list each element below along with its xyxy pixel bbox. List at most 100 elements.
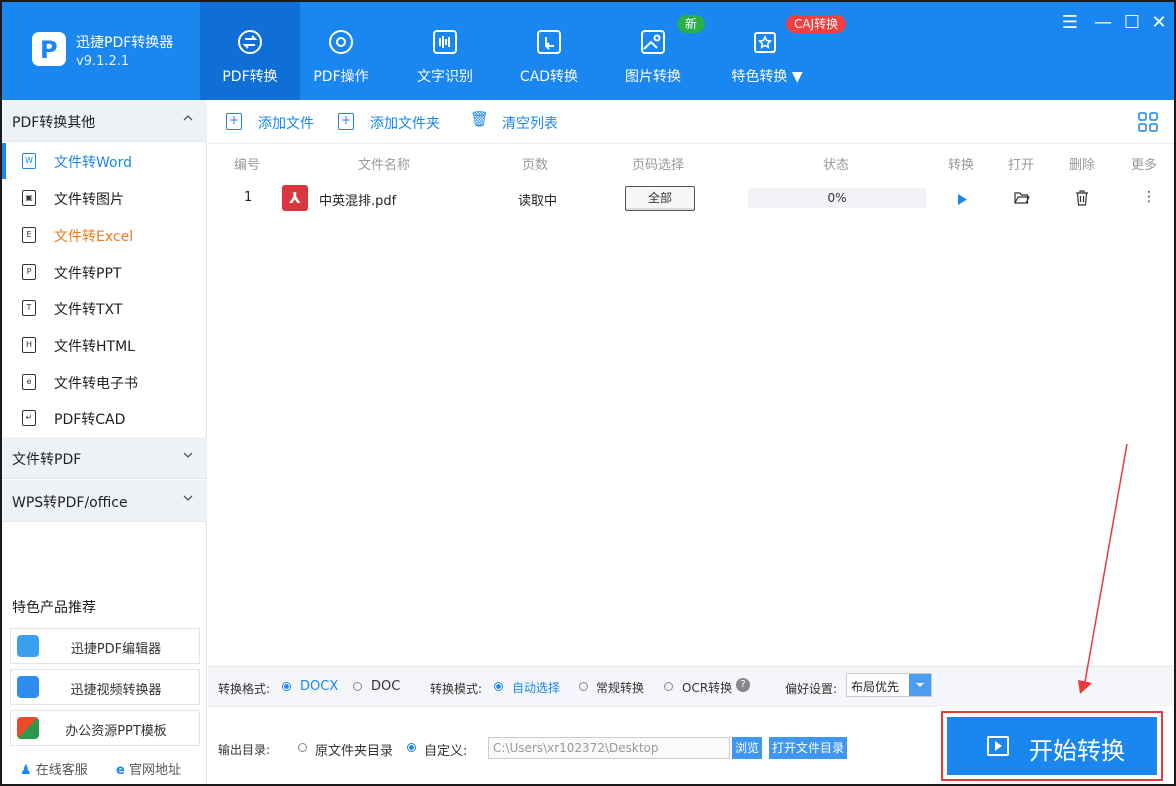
online-service-label: 在线客服 [35, 763, 88, 778]
sidebar-item-to-ebook[interactable]: e 文件转电子书 [2, 364, 207, 400]
output-settings: 输出目录: 原文件夹目录 自定义: 浏览 打开文件目录 [208, 706, 938, 784]
chevron-down-icon [183, 452, 193, 458]
page-select-button[interactable]: 全部 [625, 186, 695, 211]
ppt-file-icon: P [22, 264, 36, 280]
browser-icon: e [116, 763, 125, 778]
toolbar: + 添加文件 + 添加文件夹 🗑 清空列表 [208, 100, 1174, 144]
progress-bar: 0% [748, 188, 926, 208]
col-header-status: 状态 [823, 158, 850, 173]
row-filename: 中英混排.pdf [319, 194, 397, 209]
cad-icon [537, 30, 561, 54]
image-file-icon: ▣ [22, 190, 36, 206]
tab-label: 特色转换 ▼ [731, 69, 803, 85]
online-service-link[interactable]: ♟ 在线客服 [20, 759, 88, 778]
pref-select[interactable]: 布局优先 [846, 673, 932, 697]
app-logo-icon: P [32, 32, 66, 66]
conversion-options: 转换格式: DOCX DOC 转换模式: 自动选择 常规转换 OCR转换 ? 偏… [208, 666, 1174, 706]
mode-ocr-label: OCR转换 [682, 681, 733, 695]
tab-pdf-operate[interactable]: PDF操作 [291, 2, 391, 100]
section-title: 文件转PDF [12, 452, 82, 468]
sidebar-item-to-excel[interactable]: E 文件转Excel [2, 217, 207, 253]
sidebar-item-label: PDF转CAD [54, 412, 126, 428]
sidebar-item-label: 文件转电子书 [54, 376, 138, 392]
col-header-name: 文件名称 [358, 158, 411, 173]
progress-text: 0% [827, 191, 847, 205]
tab-cad-convert[interactable]: CAD转换 [499, 2, 599, 100]
sidebar-item-to-ppt[interactable]: P 文件转PPT [2, 254, 207, 290]
sidebar: PDF转换其他 W 文件转Word ▣ 文件转图片 E 文件转Excel P 文… [2, 100, 207, 784]
pdf-operate-icon [329, 30, 353, 54]
browse-button[interactable]: 浏览 [732, 737, 763, 759]
image-icon [641, 30, 665, 54]
play-icon[interactable] [957, 194, 967, 205]
app-name: 迅捷PDF转换器 [76, 35, 174, 51]
start-convert-button[interactable]: 开始转换 [947, 717, 1157, 775]
output-path-input[interactable] [488, 737, 730, 759]
tab-label: CAD转换 [519, 69, 579, 85]
sidebar-item-label: 文件转HTML [54, 339, 135, 355]
tab-label: 文字识别 [417, 69, 473, 85]
word-file-icon: W [22, 153, 36, 169]
tab-pdf-convert[interactable]: PDF转换 [200, 2, 300, 100]
col-header-pages: 页数 [522, 158, 549, 173]
maximize-icon[interactable]: ☐ [1121, 12, 1143, 33]
add-folder-button[interactable]: + 添加文件夹 [338, 112, 452, 132]
mode-auto-label: 自动选择 [512, 681, 561, 695]
clear-list-button[interactable]: 🗑 清空列表 [470, 112, 570, 133]
radio-custom-folder[interactable] [407, 743, 416, 752]
radio-docx[interactable] [282, 682, 291, 691]
radio-original-folder[interactable] [298, 743, 307, 752]
menu-icon[interactable]: ☰ [1059, 12, 1081, 33]
chevron-up-icon [183, 115, 193, 121]
sidebar-item-to-txt[interactable]: T 文件转TXT [2, 290, 207, 326]
star-convert-icon [754, 32, 776, 53]
grid-view-icon[interactable] [1138, 112, 1158, 132]
folder-open-icon[interactable] [1014, 191, 1030, 205]
radio-normal[interactable] [579, 682, 588, 691]
sidebar-item-label: 文件转Word [54, 155, 132, 171]
pref-label: 偏好设置: [785, 682, 838, 696]
tab-label: PDF操作 [313, 69, 369, 85]
ocr-icon [433, 30, 457, 54]
tab-label: 图片转换 [625, 69, 681, 85]
more-icon[interactable]: ⋮ [1142, 189, 1156, 205]
close-icon[interactable]: ✕ [1148, 12, 1170, 33]
app-version: v9.1.2.1 [76, 54, 130, 69]
sidebar-item-pdf-to-cad[interactable]: ↵ PDF转CAD [2, 400, 207, 436]
original-folder-label: 原文件夹目录 [315, 744, 394, 759]
promo-pdf-editor[interactable]: 迅捷PDF编辑器 [10, 628, 200, 664]
sidebar-item-to-word[interactable]: W 文件转Word [2, 143, 207, 179]
tab-ocr[interactable]: 文字识别 [395, 2, 495, 100]
pdf-file-icon: ⅄ [282, 185, 308, 211]
add-file-button[interactable]: + 添加文件 [226, 112, 326, 132]
sidebar-section-wps[interactable]: WPS转PDF/office [2, 480, 207, 522]
sidebar-section-to-pdf[interactable]: 文件转PDF [2, 437, 207, 479]
sidebar-item-to-image[interactable]: ▣ 文件转图片 [2, 180, 207, 216]
radio-ocr[interactable] [664, 682, 673, 691]
open-folder-button[interactable]: 打开文件目录 [769, 737, 848, 759]
row-pages: 读取中 [518, 194, 558, 209]
col-header-more: 更多 [1131, 158, 1158, 173]
minimize-icon[interactable]: — [1092, 12, 1114, 33]
sidebar-item-to-html[interactable]: H 文件转HTML [2, 327, 207, 363]
official-site-link[interactable]: e 官网地址 [116, 759, 181, 778]
add-folder-icon: + [338, 113, 354, 130]
radio-doc[interactable] [353, 682, 362, 691]
sidebar-section-pdf-other[interactable]: PDF转换其他 [2, 100, 207, 142]
ebook-file-icon: e [22, 374, 36, 390]
help-icon[interactable]: ? [736, 678, 750, 692]
add-file-icon: + [226, 113, 242, 130]
mode-label: 转换模式: [430, 682, 483, 696]
pdf-convert-icon [238, 30, 262, 54]
promo-ppt-templates[interactable]: 办公资源PPT模板 [10, 710, 200, 746]
custom-folder-label: 自定义: [424, 744, 468, 759]
dropdown-arrow-icon [909, 674, 931, 696]
delete-icon[interactable] [1075, 190, 1089, 206]
promo-video-converter[interactable]: 迅捷视频转换器 [10, 669, 200, 705]
sidebar-item-label: 文件转图片 [54, 192, 124, 208]
radio-auto[interactable] [494, 682, 503, 691]
play-square-icon [987, 736, 1009, 756]
col-header-open: 打开 [1008, 158, 1035, 173]
txt-file-icon: T [22, 300, 36, 316]
caj-badge: CAJ转换 [786, 15, 847, 33]
